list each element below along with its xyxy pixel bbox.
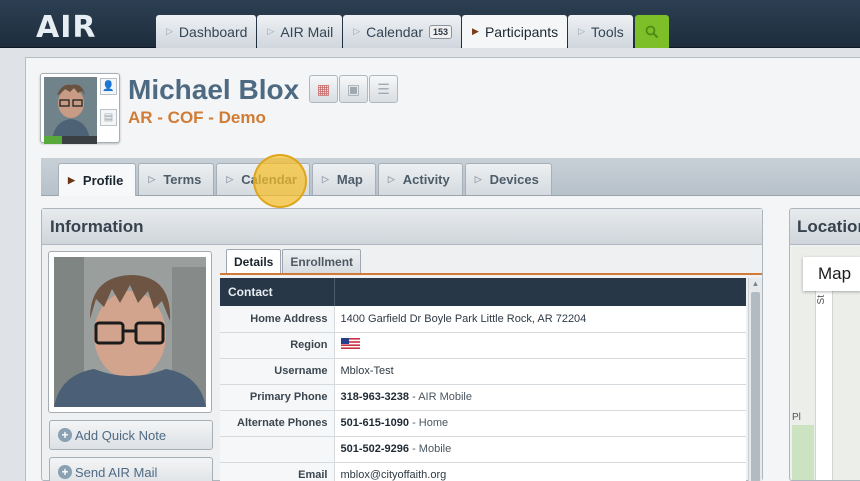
chevron-right-icon: ▷: [267, 26, 275, 36]
search-icon: [645, 25, 658, 38]
location-map[interactable]: St Pl Map: [792, 247, 860, 480]
app-logo[interactable]: AIR: [36, 10, 96, 45]
menu-icon[interactable]: ☰: [369, 75, 398, 103]
tab-activity[interactable]: ▷ Activity: [377, 163, 463, 195]
nav-tab-participants[interactable]: ▶ Participants: [462, 15, 568, 48]
nav-tab-dashboard[interactable]: ▷ Dashboard: [156, 15, 257, 48]
table-row: 501-502-9296 - Mobile: [220, 436, 746, 463]
scroll-up-icon[interactable]: ▲: [749, 278, 762, 290]
primary-phone-value[interactable]: 318-963-3238: [341, 391, 410, 403]
tab-map[interactable]: ▷ Map: [311, 163, 376, 195]
status-bar: [44, 131, 97, 144]
table-row: Primary Phone 318-963-3238 - AIR Mobile: [220, 384, 746, 411]
map-road: [815, 287, 833, 480]
chevron-right-icon: ▷: [321, 174, 329, 184]
plus-icon: +: [58, 465, 72, 479]
email-value[interactable]: mblox@cityoffaith.org: [334, 462, 746, 481]
scrollbar[interactable]: ▲: [748, 278, 762, 481]
table-header-row: Contact: [220, 278, 746, 306]
chevron-right-icon: ▷: [387, 174, 395, 184]
header-actions: ▦ ▣ ☰: [309, 75, 399, 103]
user-icon[interactable]: 👤: [100, 78, 117, 95]
click-highlight: [253, 154, 307, 208]
map-type-button[interactable]: Map: [803, 257, 860, 291]
username-value: Mblox-Test: [334, 358, 746, 385]
table-row: Home Address 1400 Garfield Dr Boyle Park…: [220, 306, 746, 333]
section-header: Contact: [220, 278, 334, 306]
table-row: Email mblox@cityoffaith.org: [220, 462, 746, 481]
table-row: Alternate Phones 501-615-1090 - Home: [220, 410, 746, 437]
document-icon[interactable]: ▤: [100, 109, 117, 126]
search-button[interactable]: [634, 15, 669, 48]
top-nav: ▷ Dashboard ▷ AIR Mail ▷ Calendar 153 ▶ Parti…: [156, 15, 669, 48]
calendar-count-badge: 153: [429, 24, 453, 39]
participant-photo-frame: [48, 251, 212, 413]
participant-subtitle: AR - COF - Demo: [128, 108, 266, 127]
alternate-phone-value[interactable]: 501-615-1090: [341, 417, 410, 429]
add-quick-note-button[interactable]: + Add Quick Note: [49, 420, 213, 450]
location-panel: Location St Pl Map: [789, 208, 860, 481]
participant-name: Michael Blox: [128, 74, 300, 105]
tab-profile[interactable]: ▶ Profile: [58, 163, 137, 196]
alternate-phone-value[interactable]: 501-502-9296: [341, 443, 410, 455]
plus-icon: +: [58, 428, 72, 442]
tab-details[interactable]: Details: [226, 249, 282, 273]
street-label: St: [816, 295, 827, 305]
nav-tab-air-mail[interactable]: ▷ AIR Mail: [257, 15, 343, 48]
chevron-right-icon: ▷: [226, 174, 234, 184]
participant-photo: [54, 257, 206, 407]
nav-tab-calendar[interactable]: ▷ Calendar 153: [343, 15, 462, 48]
chevron-right-icon: ▷: [148, 174, 156, 184]
contact-table: Contact Home Address 1400 Garfield Dr Bo…: [220, 278, 746, 481]
information-panel: Information + Add Quick Note + Send AIR Ma…: [41, 208, 763, 481]
table-row: Region: [220, 332, 746, 359]
chevron-right-icon: ▶: [472, 26, 479, 36]
place-label: Pl: [792, 412, 801, 423]
tab-devices[interactable]: ▷ Devices: [464, 163, 552, 195]
tab-terms[interactable]: ▷ Terms: [138, 163, 215, 195]
tab-accent-line: [220, 273, 762, 275]
chevron-right-icon: ▶: [68, 174, 75, 185]
tab-enrollment[interactable]: Enrollment: [282, 249, 362, 273]
phone-icon[interactable]: ▦: [309, 75, 338, 103]
chevron-right-icon: ▷: [353, 26, 361, 36]
nav-tab-tools[interactable]: ▷ Tools: [568, 15, 633, 48]
information-title: Information: [42, 209, 762, 245]
us-flag-icon: [340, 338, 360, 349]
chevron-right-icon: ▷: [578, 26, 586, 36]
table-row: Username Mblox-Test: [220, 358, 746, 385]
map-park: [792, 425, 814, 480]
location-title: Location: [790, 209, 860, 245]
chevron-right-icon: ▷: [166, 26, 173, 36]
detail-tabs: Details Enrollment: [226, 249, 362, 273]
scroll-thumb[interactable]: [751, 292, 760, 481]
chevron-right-icon: ▷: [474, 174, 482, 184]
home-address-value: 1400 Garfield Dr Boyle Park Little Rock,…: [334, 306, 746, 333]
participant-avatar[interactable]: 👤 ▤: [40, 73, 120, 144]
send-air-mail-button[interactable]: + Send AIR Mail: [49, 457, 213, 481]
calendar-add-icon[interactable]: ▣: [339, 75, 368, 103]
top-bar: AIR ▷ Dashboard ▷ AIR Mail ▷ Calendar 153 ▶ P…: [0, 0, 860, 48]
